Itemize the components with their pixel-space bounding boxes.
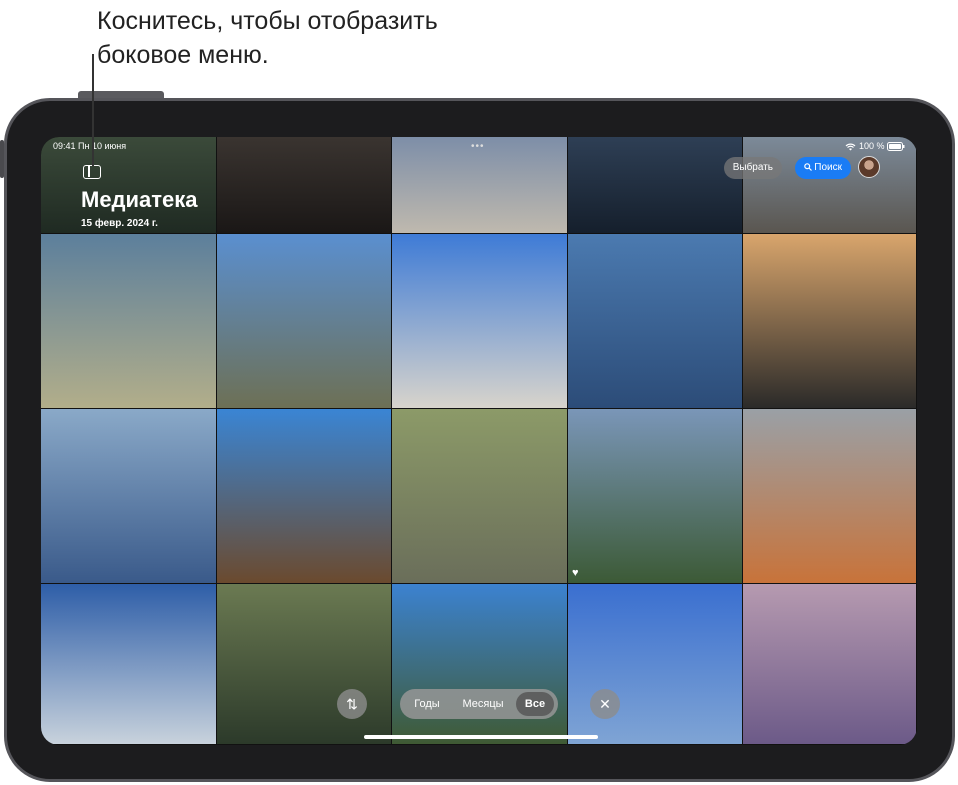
tab-months[interactable]: Месяцы [452,692,514,716]
battery-icon [887,142,905,152]
photo-thumbnail[interactable] [743,584,917,745]
avatar[interactable] [858,156,880,178]
sidebar-icon[interactable] [83,165,101,179]
photo-thumbnail[interactable] [392,409,568,584]
close-button[interactable]: ✕ [590,689,620,719]
photo-thumbnail[interactable] [568,409,743,584]
sort-button[interactable]: ⇅ [337,689,367,719]
tab-years[interactable]: Годы [406,692,448,716]
photo-thumbnail[interactable] [392,234,568,409]
heart-icon: ♥ [572,567,579,579]
tab-all[interactable]: Все [516,692,554,716]
page-title: Медиатека [81,187,198,212]
photo-thumbnail[interactable] [743,234,917,409]
callout-pointer-line [92,54,94,166]
photo-thumbnail[interactable] [41,409,217,584]
photos-screen: 09:41 Пн 10 июня ••• 100 % Медиатека 15 … [41,137,917,745]
photo-thumbnail[interactable] [568,584,743,745]
view-segmented-control: Годы Месяцы Все [400,689,558,719]
search-label: Поиск [814,162,842,173]
status-right: 100 % [845,141,905,152]
photo-thumbnail[interactable] [217,409,392,584]
photo-thumbnail[interactable] [217,584,392,745]
select-button[interactable]: Выбрать [723,157,782,179]
photo-thumbnail[interactable] [41,234,217,409]
status-bar: 09:41 Пн 10 июня ••• 100 % [41,139,917,153]
status-time: 09:41 Пн 10 июня [53,141,127,151]
search-button[interactable]: Поиск [794,157,851,179]
callout-line-2: боковое меню. [97,41,269,69]
search-icon [803,163,812,171]
photo-grid [41,137,917,745]
battery-percent: 100 % [858,141,885,151]
photo-thumbnail[interactable] [217,234,392,409]
photo-thumbnail[interactable] [392,584,568,745]
callout-text: Коснитесь, чтобы отобразить боковое меню… [97,4,438,72]
wifi-icon [846,143,856,151]
photo-thumbnail[interactable] [568,234,743,409]
home-indicator [364,735,598,739]
photo-thumbnail[interactable] [41,584,217,745]
library-date: 15 февр. 2024 г. [81,218,158,229]
photo-thumbnail[interactable] [743,409,917,584]
multitasking-dots[interactable]: ••• [471,141,485,152]
callout-line-1: Коснитесь, чтобы отобразить [97,7,438,35]
